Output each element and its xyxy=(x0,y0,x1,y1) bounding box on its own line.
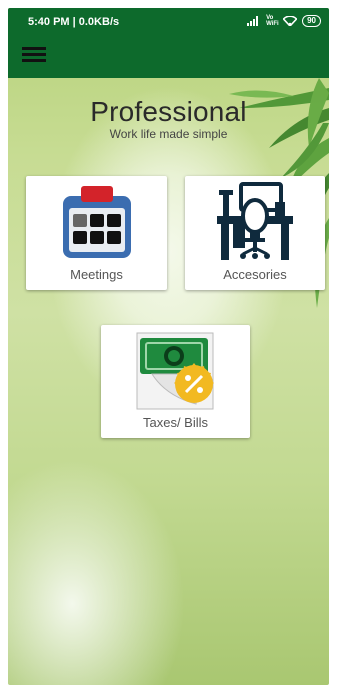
page-title: Professional xyxy=(90,96,247,127)
calendar-icon xyxy=(63,186,131,258)
signal-icon xyxy=(247,16,259,26)
menu-button[interactable] xyxy=(22,47,46,67)
tile-label: Accesories xyxy=(223,267,287,282)
status-icons: Vo WiFi 90 xyxy=(247,15,321,27)
money-discount-icon xyxy=(136,332,214,410)
battery-indicator: 90 xyxy=(302,15,321,27)
tile-label: Meetings xyxy=(70,267,123,282)
status-bar: 5:40 PM | 0.0KB/s Vo WiFi 90 xyxy=(8,8,329,36)
page-header: Professional Work life made simple xyxy=(8,96,329,141)
status-time: 5:40 PM | 0.0KB/s xyxy=(28,16,120,28)
tile-label: Taxes/ Bills xyxy=(142,415,209,430)
wifi-icon xyxy=(283,16,298,26)
meetings-tile[interactable]: Meetings xyxy=(26,176,167,290)
vowifi-label: Vo WiFi xyxy=(266,15,279,27)
page-subtitle: Work life made simple xyxy=(109,127,228,141)
app-screen: 5:40 PM | 0.0KB/s Vo WiFi 90 Professiona… xyxy=(8,8,329,685)
app-bar xyxy=(8,36,329,78)
taxes-bills-tile[interactable]: Taxes/ Bills xyxy=(101,325,250,438)
office-desk-icon xyxy=(217,182,293,260)
accessories-tile[interactable]: Accesories xyxy=(185,176,325,290)
